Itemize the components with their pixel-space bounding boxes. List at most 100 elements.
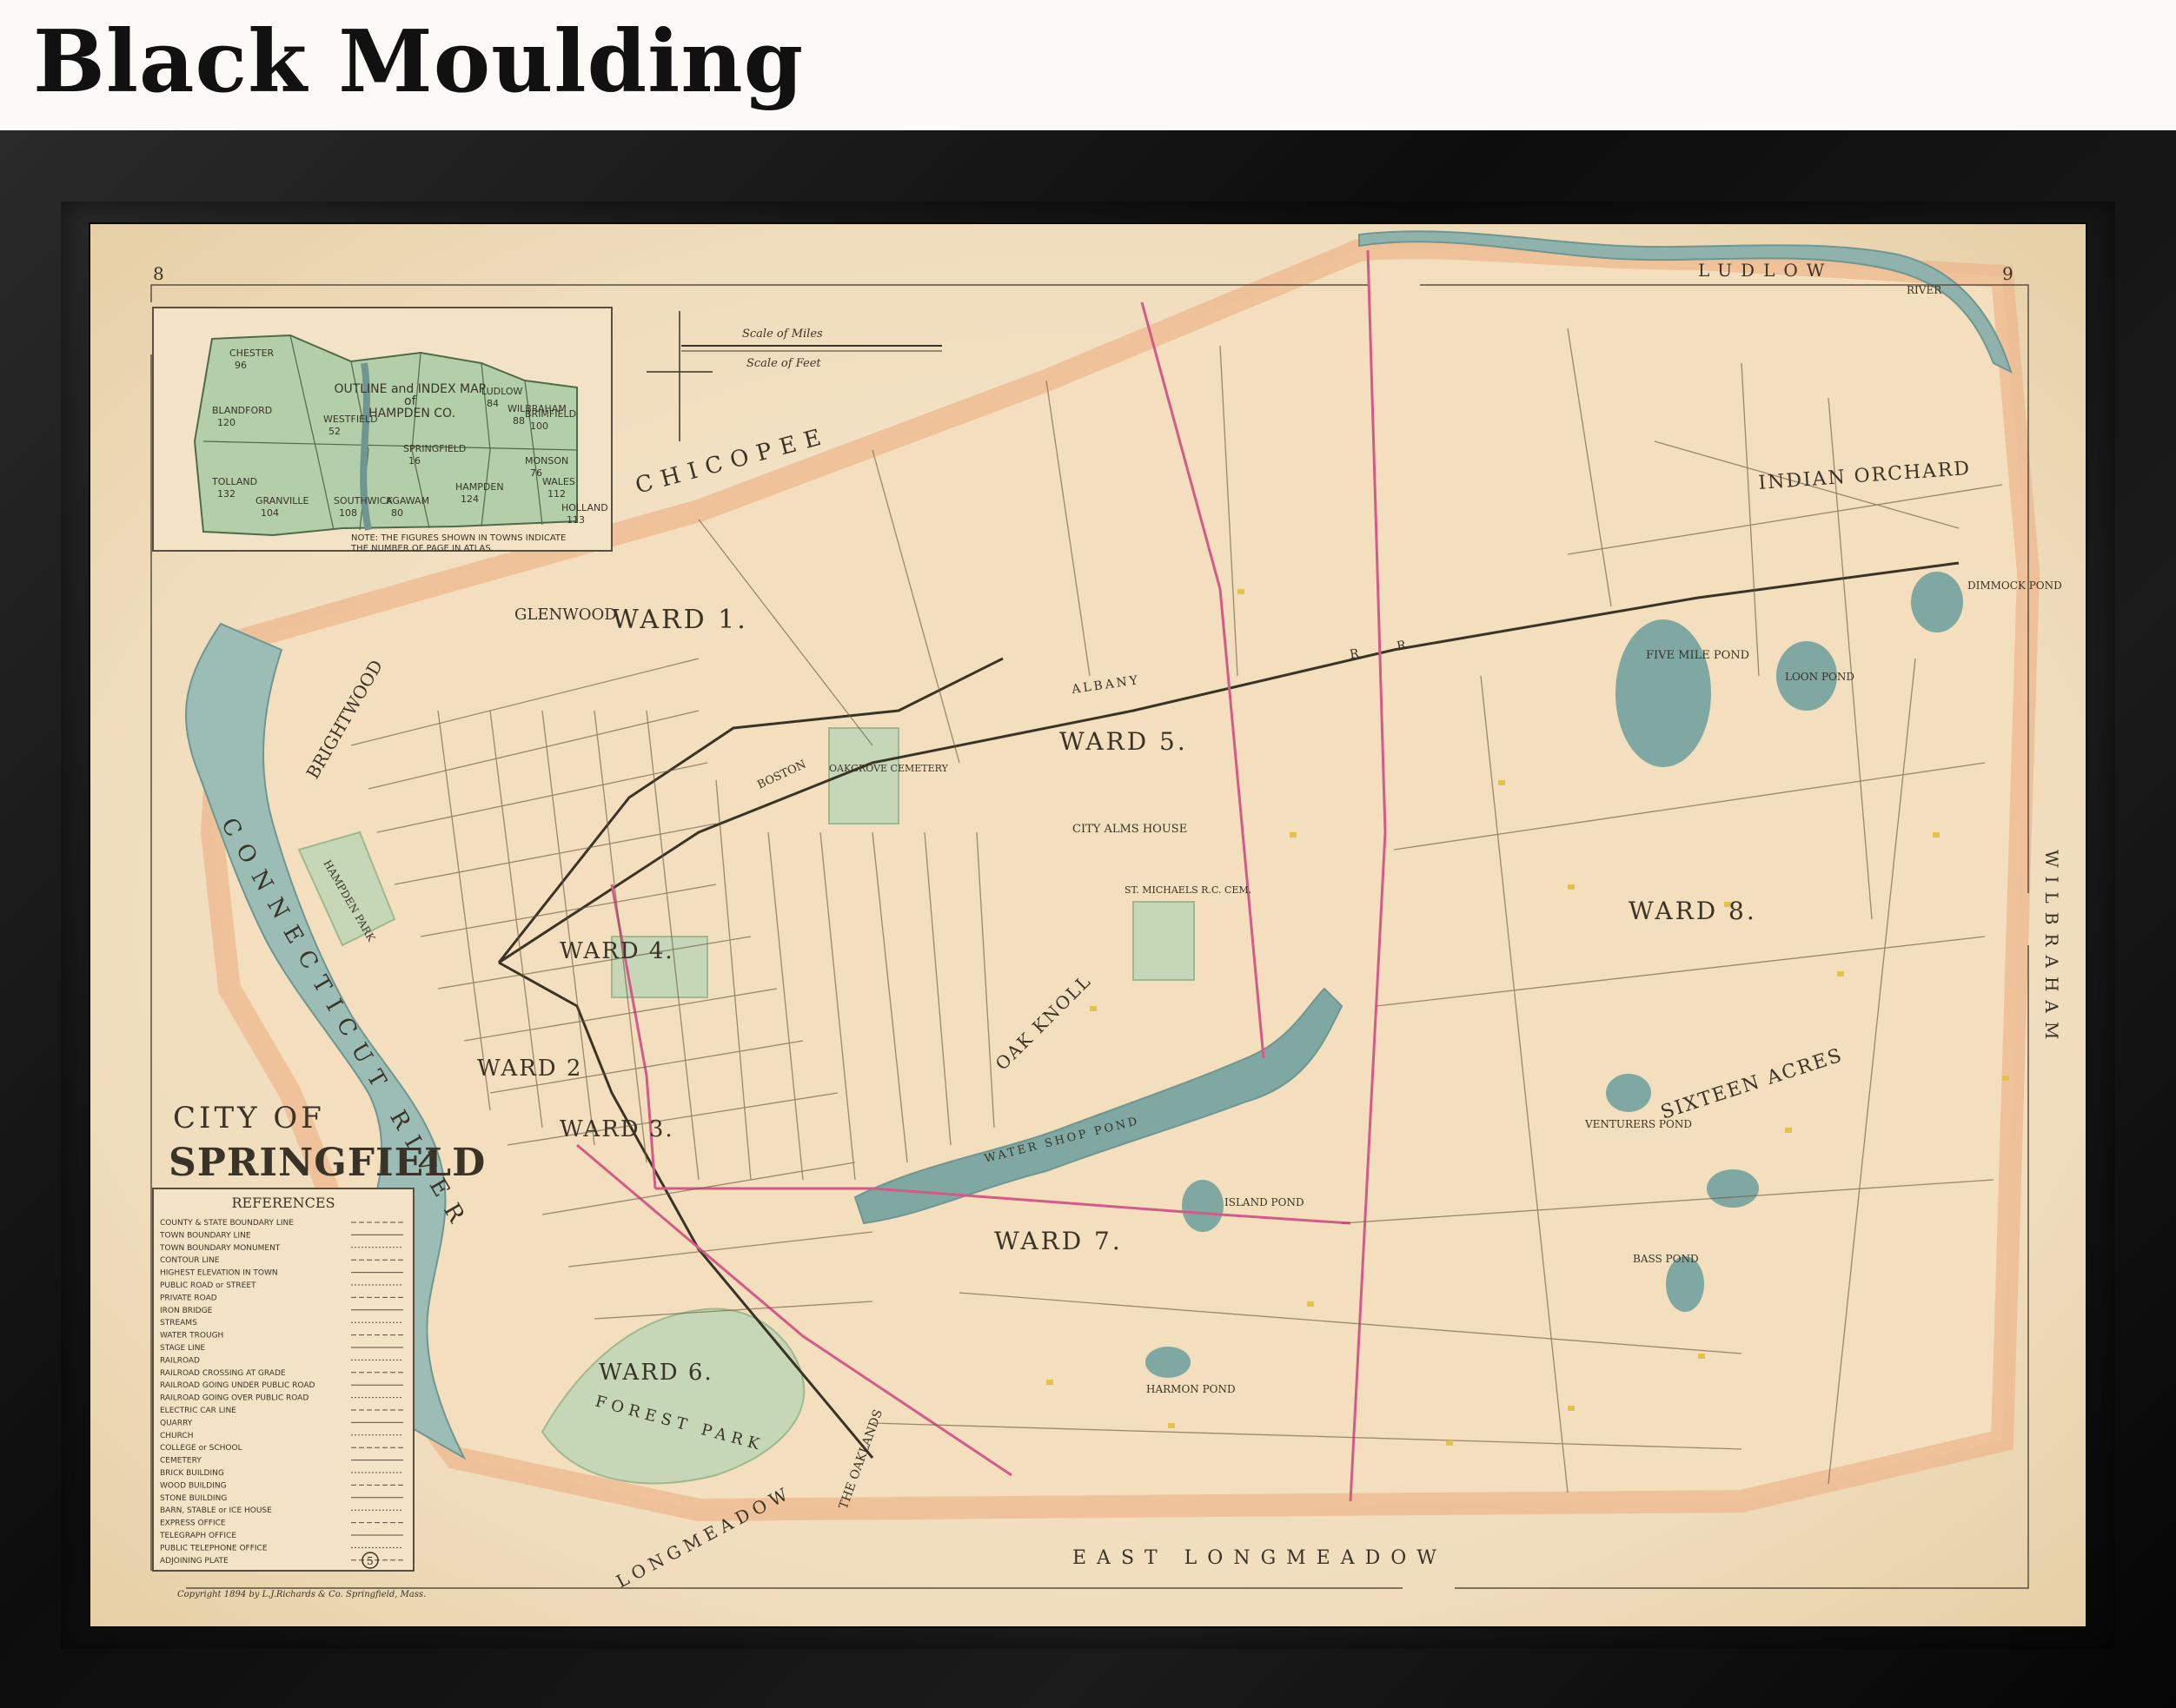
reference-item: COUNTY & STATE BOUNDARY LINE (160, 1219, 294, 1228)
st-michaels-cemetery (1132, 901, 1195, 981)
city-label-line1: CITY OF (173, 1101, 325, 1135)
ward-3-label: WARD 3. (560, 1116, 674, 1142)
page-number-left: 8 (153, 263, 164, 284)
reference-item: BARN, STABLE or ICE HOUSE (160, 1506, 272, 1515)
inset-town-monson: MONSON (525, 455, 568, 467)
inset-town-page-agawam: 80 (391, 507, 403, 519)
reference-item: PRIVATE ROAD (160, 1294, 217, 1302)
inset-town-page-springfield: 16 (408, 455, 421, 467)
scale-miles-label: Scale of Miles (742, 328, 823, 341)
glenwood-label: GLENWOOD (514, 606, 617, 624)
inset-town-page-monson: 76 (530, 467, 542, 479)
reference-item: EXPRESS OFFICE (160, 1519, 226, 1528)
inset-town-page-southwick: 108 (339, 507, 357, 519)
oakgrove-cemetery-label: OAKGROVE CEMETERY (829, 763, 949, 774)
five-mile-pond (1615, 619, 1711, 767)
reference-item: WATER TROUGH (160, 1332, 223, 1341)
bass-pond-label: BASS POND (1633, 1253, 1699, 1265)
page-number-right: 9 (2002, 263, 2013, 284)
inset-town-page-ludlow: 84 (487, 398, 499, 409)
inset-town-page-westfield: 52 (328, 426, 341, 437)
scale-feet-label: Scale of Feet (746, 357, 821, 370)
city-alms-house-label: CITY ALMS HOUSE (1072, 823, 1187, 836)
ward-1-label: WARD 1. (612, 605, 748, 635)
references-legend: REFERENCES COUNTY & STATE BOUNDARY LINE T… (152, 1188, 415, 1572)
ward-8-label: WARD 8. (1629, 897, 1757, 925)
venturers-pond-label: VENTURERS POND (1584, 1118, 1692, 1130)
inset-town-wales: WALES (542, 476, 575, 487)
inset-town-holland: HOLLAND (561, 502, 608, 513)
inset-town-ludlow: LUDLOW (481, 386, 522, 397)
harmon-pond (1145, 1347, 1191, 1378)
index-map-inset: OUTLINE and INDEX MAP of HAMPDEN CO. CHE… (152, 307, 613, 553)
reference-item: CONTOUR LINE (160, 1256, 220, 1265)
inset-town-page-holland: 113 (567, 514, 585, 526)
dimmock-pond (1911, 572, 1963, 632)
inset-town-page-brimfield: 100 (530, 420, 548, 432)
map-paper: 8 9 OUTLINE and INDEX MAP of HAMPDEN CO.… (90, 224, 2086, 1626)
ward-4-label: WARD 4. (560, 938, 674, 964)
reference-item: ELECTRIC CAR LINE (160, 1407, 236, 1415)
reference-item: PUBLIC TELEPHONE OFFICE (160, 1544, 268, 1552)
inset-town-page-chester: 96 (235, 360, 247, 371)
inset-title-line3: HAMPDEN CO. (368, 407, 455, 420)
ludlow-label: LUDLOW (1698, 260, 1833, 281)
reference-item: TOWN BOUNDARY LINE (159, 1231, 251, 1240)
five-mile-pond-label: FIVE MILE POND (1646, 649, 1749, 662)
ward-6-label: WARD 6. (599, 1360, 713, 1386)
reference-item: RAILROAD GOING UNDER PUBLIC ROAD (160, 1381, 315, 1390)
inset-town-page-granville: 104 (261, 507, 279, 519)
inset-town-hampden: HAMPDEN (455, 481, 504, 493)
adjoining-plate-number: 5 (367, 1555, 374, 1567)
north-arrow-icon (647, 311, 713, 441)
reference-item: PUBLIC ROAD or STREET (160, 1281, 256, 1290)
inset-town-tolland: TOLLAND (211, 476, 257, 487)
dimmock-pond-label: DIMMOCK POND (1967, 579, 2062, 592)
reference-item: STAGE LINE (160, 1344, 205, 1353)
loon-pond-label: LOON POND (1785, 671, 1854, 683)
inset-town-blandford: BLANDFORD (212, 405, 272, 416)
harmon-pond-label: HARMON POND (1146, 1383, 1236, 1395)
inset-town-springfield: SPRINGFIELD (403, 443, 466, 454)
reference-item: ADJOINING PLATE (160, 1557, 229, 1566)
reference-item: TELEGRAPH OFFICE (159, 1532, 236, 1540)
inset-town-page-blandford: 120 (217, 417, 236, 428)
sixteen-acres-pond (1707, 1169, 1759, 1208)
reference-item: IRON BRIDGE (160, 1307, 213, 1315)
chicopee-river-label: RIVER (1907, 284, 1942, 296)
reference-item: CEMETERY (160, 1457, 202, 1466)
black-moulding-frame: 8 9 OUTLINE and INDEX MAP of HAMPDEN CO.… (0, 130, 2176, 1708)
page-title: Black Moulding (33, 12, 805, 112)
reference-item: STONE BUILDING (160, 1494, 227, 1503)
reference-item: RAILROAD CROSSING AT GRADE (160, 1369, 286, 1378)
inset-town-westfield: WESTFIELD (323, 414, 378, 425)
venturers-pond (1606, 1074, 1651, 1112)
inset-town-page-wales: 112 (547, 488, 566, 500)
east-longmeadow-label: EAST LONGMEADOW (1072, 1547, 1447, 1569)
reference-item: COLLEGE or SCHOOL (160, 1444, 242, 1453)
inset-town-granville: GRANVILLE (255, 495, 309, 506)
reference-item: TOWN BOUNDARY MONUMENT (159, 1244, 281, 1253)
copyright-notice: Copyright 1894 by L.J.Richards & Co. Spr… (177, 1590, 426, 1599)
reference-item: BRICK BUILDING (160, 1469, 224, 1478)
st-michaels-label: ST. MICHAELS R.C. CEM. (1124, 884, 1251, 896)
ward-5-label: WARD 5. (1059, 727, 1188, 756)
inset-town-chester: CHESTER (229, 348, 275, 359)
reference-item: STREAMS (160, 1319, 197, 1327)
scale-bar: Scale of Miles Scale of Feet (681, 328, 942, 370)
ward-7-label: WARD 7. (994, 1227, 1123, 1255)
reference-item: HIGHEST ELEVATION IN TOWN (160, 1269, 278, 1278)
island-pond-label: ISLAND POND (1224, 1196, 1304, 1208)
inset-note-line2: THE NUMBER OF PAGE IN ATLAS. (350, 544, 494, 553)
reference-item: QUARRY (160, 1419, 193, 1427)
inset-town-agawam: AGAWAM (386, 495, 429, 506)
reference-item: RAILROAD GOING OVER PUBLIC ROAD (160, 1394, 308, 1403)
inset-town-wilbraham: WILBRAHAM (508, 403, 567, 414)
inset-note-line1: NOTE: THE FIGURES SHOWN IN TOWNS INDICAT… (351, 533, 566, 543)
reference-item: WOOD BUILDING (160, 1481, 227, 1490)
inset-town-southwick: SOUTHWICK (334, 495, 393, 506)
inset-town-page-wilbraham: 88 (513, 415, 525, 427)
island-pond (1182, 1180, 1224, 1232)
wilbraham-label: WILBRAHAM (2041, 850, 2062, 1048)
reference-item: RAILROAD (160, 1356, 200, 1365)
